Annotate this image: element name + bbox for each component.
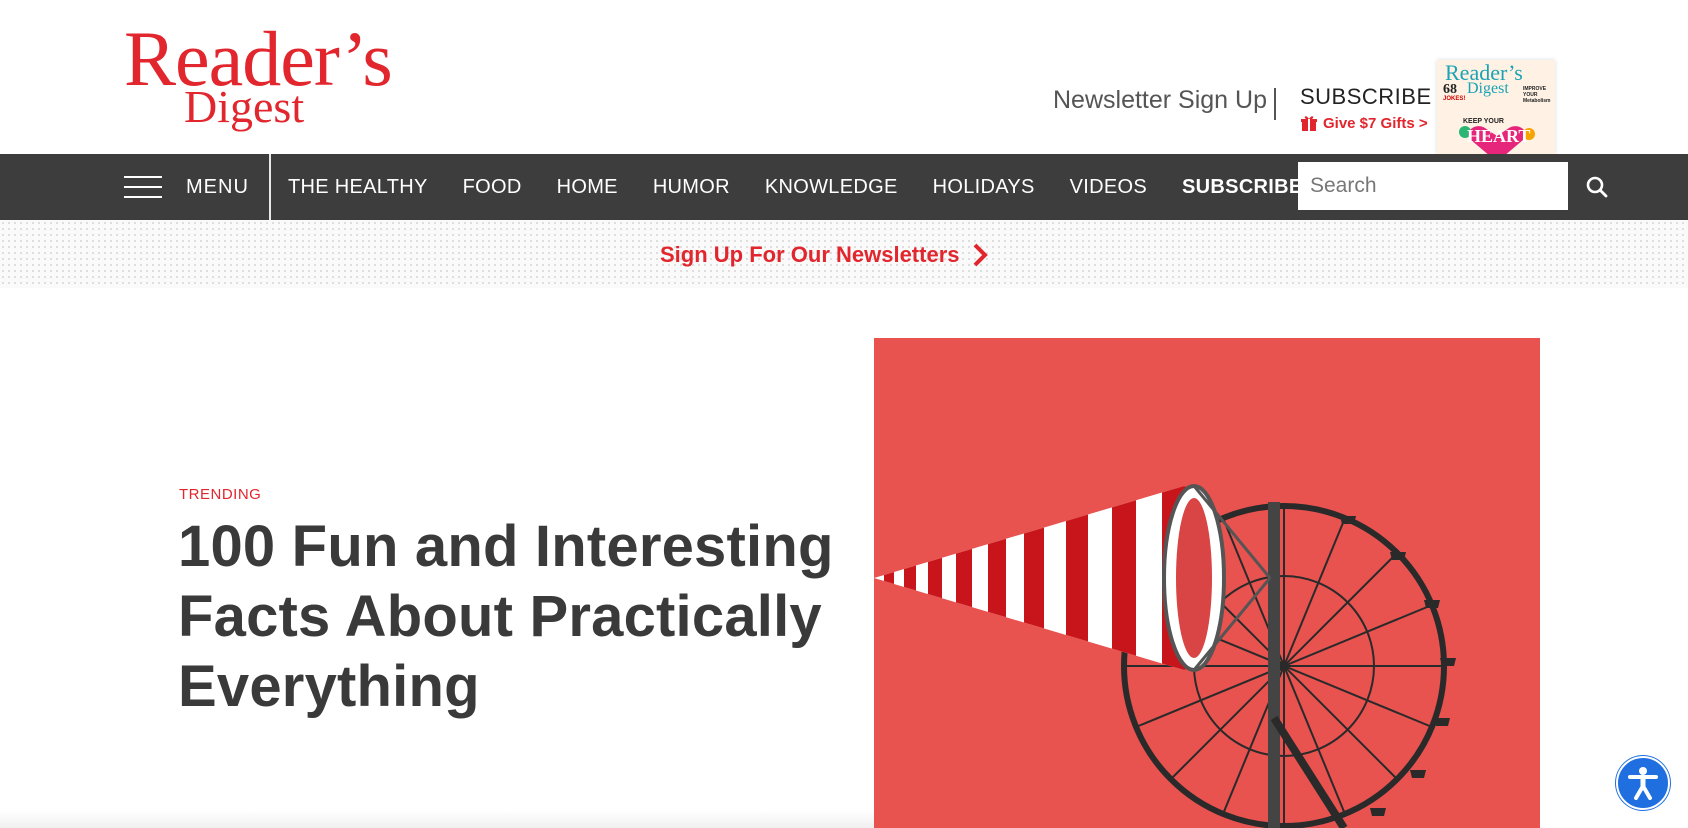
magazine-side-text: IMPROVE YOUR Metabolism	[1523, 86, 1551, 104]
chevron-right-icon	[973, 243, 988, 267]
nav-link-home[interactable]: HOME	[557, 176, 618, 198]
magazine-heart-text: HEART	[1467, 126, 1531, 146]
newsletter-strip: Sign Up For Our Newsletters	[0, 220, 1688, 288]
nav-link-holidays[interactable]: HOLIDAYS	[933, 176, 1035, 198]
article-kicker[interactable]: TRENDING	[179, 486, 261, 503]
menu-label: MENU	[186, 175, 249, 198]
hamburger-icon	[124, 175, 162, 199]
hero-image[interactable]	[874, 338, 1540, 828]
main-nav: MENU THE HEALTHY FOOD HOME HUMOR KNOWLED…	[0, 154, 1688, 220]
magazine-cover[interactable]: Reader’s Digest 68 JOKES! IMPROVE YOUR M…	[1437, 60, 1555, 154]
gift-promo: Give $7 Gifts >	[1300, 112, 1428, 134]
magazine-subtitle: Digest	[1467, 80, 1509, 97]
gift-promo-text: Give $7 Gifts >	[1323, 114, 1428, 132]
nav-link-the-healthy[interactable]: THE HEALTHY	[288, 176, 428, 198]
gift-icon	[1301, 116, 1317, 131]
search-icon[interactable]	[1584, 174, 1610, 200]
nav-link-humor[interactable]: HUMOR	[653, 176, 730, 198]
article-headline[interactable]: 100 Fun and Interesting Facts About Prac…	[178, 512, 878, 722]
nav-link-videos[interactable]: VIDEOS	[1070, 176, 1147, 198]
nav-link-subscribe[interactable]: SUBSCRIBE	[1182, 176, 1303, 198]
magazine-keep-text: KEEP YOUR	[1463, 118, 1504, 125]
page-fade	[0, 810, 874, 828]
nav-link-food[interactable]: FOOD	[463, 176, 522, 198]
subscribe-promo-title: SUBSCRIBE	[1300, 84, 1432, 109]
menu-button[interactable]: MENU	[124, 154, 249, 220]
newsletter-signup-link[interactable]: Newsletter Sign Up	[1053, 86, 1267, 115]
accessibility-button[interactable]	[1616, 756, 1670, 810]
header-divider	[1274, 88, 1276, 120]
accessibility-icon	[1628, 767, 1658, 800]
newsletter-cta-label: Sign Up For Our Newsletters	[660, 242, 960, 267]
site-logo[interactable]: Reader’s Digest	[124, 18, 424, 138]
magazine-jokes: JOKES!	[1443, 96, 1466, 102]
nav-link-knowledge[interactable]: KNOWLEDGE	[765, 176, 898, 198]
newsletter-cta[interactable]: Sign Up For Our Newsletters	[660, 240, 988, 270]
windsock-ferris-wheel-illustration	[874, 484, 1456, 828]
nav-divider	[269, 154, 271, 220]
nav-links: THE HEALTHY FOOD HOME HUMOR KNOWLEDGE HO…	[288, 154, 1303, 220]
logo-line-digest: Digest	[184, 81, 305, 132]
search-input[interactable]	[1298, 162, 1568, 210]
site-header: Reader’s Digest Newsletter Sign Up SUBSC…	[0, 0, 1688, 154]
